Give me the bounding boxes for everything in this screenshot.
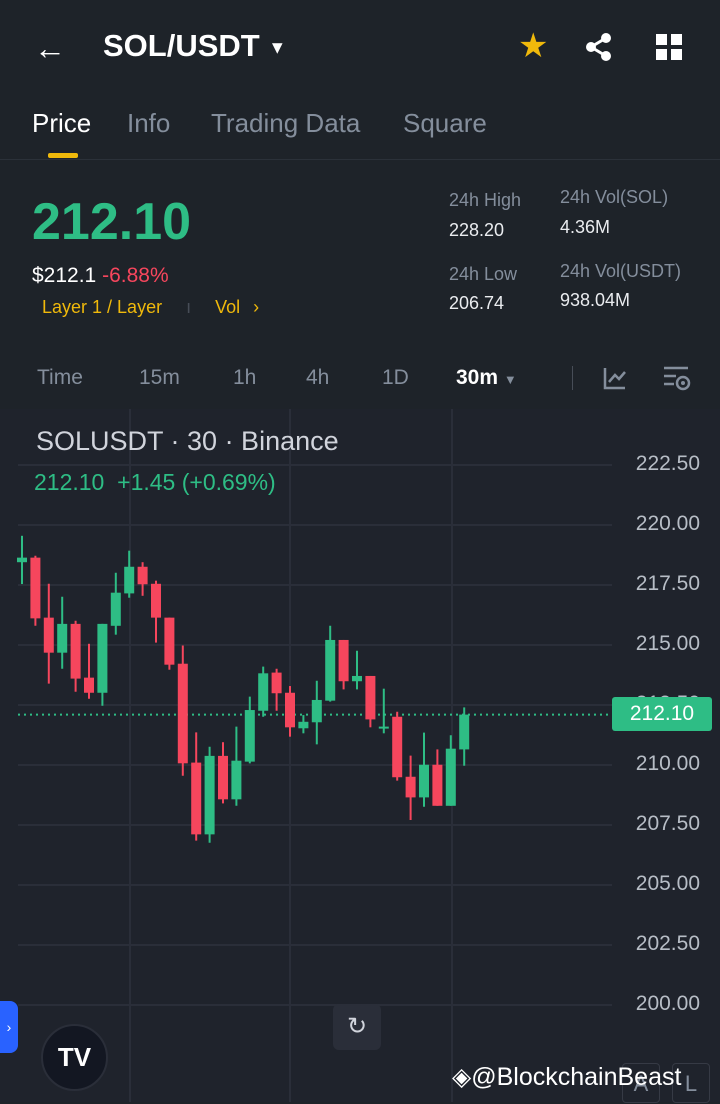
vol-sol-value: 4.36M <box>560 217 611 237</box>
interval-15m[interactable]: 15m <box>139 366 180 390</box>
candle-body <box>84 677 94 693</box>
candle-body <box>459 714 470 750</box>
y-axis-tick: 207.50 <box>635 812 700 835</box>
vol-usdt-value: 938.04M <box>560 290 631 310</box>
interval-4h[interactable]: 4h <box>306 366 329 390</box>
candle-body <box>97 623 108 693</box>
indicator-icon[interactable] <box>603 366 627 390</box>
candle-body <box>244 710 255 762</box>
watermark-text: @BlockchainBeast <box>471 1063 682 1091</box>
chevron-down-icon: ▼ <box>503 372 517 387</box>
candle-body <box>110 592 121 626</box>
divider <box>572 366 573 390</box>
low-label: 24h Low <box>449 264 518 284</box>
y-axis-tick: 200.00 <box>635 992 700 1015</box>
candle-body <box>43 617 54 653</box>
tab-square[interactable]: Square <box>403 108 487 139</box>
candle-body <box>405 776 416 798</box>
star-icon[interactable]: ★ <box>518 26 548 66</box>
candle-body <box>137 566 148 585</box>
candle-body <box>298 721 309 729</box>
grid-menu-icon[interactable] <box>656 34 682 60</box>
tab-trading-data[interactable]: Trading Data <box>211 108 360 139</box>
change-percent: -6.88% <box>102 264 169 287</box>
candle-body <box>392 716 403 778</box>
vol-sol-label: 24h Vol(SOL) <box>560 187 669 207</box>
chevron-down-icon: ▼ <box>268 37 287 58</box>
last-price: 212.10 <box>32 193 192 251</box>
y-axis-tick: 202.50 <box>635 932 700 955</box>
y-axis-tick: 217.50 <box>635 572 700 595</box>
candle-body <box>271 672 282 694</box>
usd-price: $212.1 <box>32 264 97 287</box>
candle-body <box>177 663 188 764</box>
active-tab-indicator <box>48 153 78 158</box>
candle-body <box>285 692 295 728</box>
chart-settings-icon[interactable] <box>662 364 692 392</box>
candle-body <box>311 699 322 723</box>
candle-body <box>432 764 443 806</box>
candle-body <box>124 566 135 594</box>
interval-time[interactable]: Time <box>37 366 83 390</box>
candle-body <box>218 755 228 800</box>
tradingview-logo-icon[interactable]: TV <box>41 1024 108 1091</box>
chart-symbol-title: SOLUSDT · 30 · Binance <box>36 426 339 456</box>
y-axis-tick: 205.00 <box>635 872 700 895</box>
candle-body <box>57 623 68 653</box>
candle-body <box>352 675 362 682</box>
candle-body <box>378 726 389 729</box>
candle-body <box>338 639 349 682</box>
category-tag[interactable]: Layer 1 / Layer <box>42 297 162 317</box>
candle-body <box>30 557 41 619</box>
chart-last: 212.10 <box>34 469 105 495</box>
expand-toolbar-button[interactable]: › <box>0 1001 18 1053</box>
candle-body <box>231 760 242 800</box>
candle-body <box>70 623 81 679</box>
y-axis-tick: 215.00 <box>635 632 700 655</box>
vol-link[interactable]: Vol <box>215 297 240 317</box>
chart-change: +1.45 (+0.69%) <box>117 469 276 495</box>
interval-1h[interactable]: 1h <box>233 366 256 390</box>
low-value: 206.74 <box>449 293 505 313</box>
candle-body <box>258 673 269 711</box>
reset-chart-button[interactable]: ↻ <box>333 1004 381 1050</box>
candle-body <box>204 755 215 835</box>
candle-body <box>445 748 456 806</box>
watermark: ◈@BlockchainBeast <box>452 1062 681 1092</box>
high-label: 24h High <box>449 190 522 210</box>
pair-title[interactable]: SOL/USDT ▼ <box>103 28 286 64</box>
candle-body <box>191 762 202 835</box>
back-button[interactable]: ← <box>34 30 66 67</box>
candlestick-chart[interactable]: SOLUSDT · 30 · Binance 212.10 +1.45 (+0.… <box>0 409 720 1103</box>
candle-body <box>17 557 27 563</box>
chevron-right-icon: › <box>253 297 260 317</box>
y-axis-tick: 222.50 <box>635 452 700 475</box>
candle-body <box>164 617 175 665</box>
last-price-tag: 212.10 <box>612 697 712 731</box>
tab-info[interactable]: Info <box>127 108 170 139</box>
selected-interval-label: 30m <box>456 366 499 389</box>
y-axis-tick: 210.00 <box>635 752 700 775</box>
interval-1d[interactable]: 1D <box>382 366 409 390</box>
pair-label: SOL/USDT <box>103 28 260 63</box>
tab-price[interactable]: Price <box>32 108 91 139</box>
interval-selected[interactable]: 30m ▼ <box>456 366 517 390</box>
high-value: 228.20 <box>449 220 505 240</box>
y-axis-tick: 220.00 <box>635 512 700 535</box>
candle-body <box>365 675 376 720</box>
candle-body <box>325 639 336 701</box>
divider <box>0 159 720 160</box>
binance-logo-icon: ◈ <box>452 1063 472 1091</box>
candle-body <box>419 764 429 798</box>
vol-usdt-label: 24h Vol(USDT) <box>560 261 682 281</box>
candle-body <box>151 583 161 618</box>
share-icon[interactable] <box>584 32 614 62</box>
